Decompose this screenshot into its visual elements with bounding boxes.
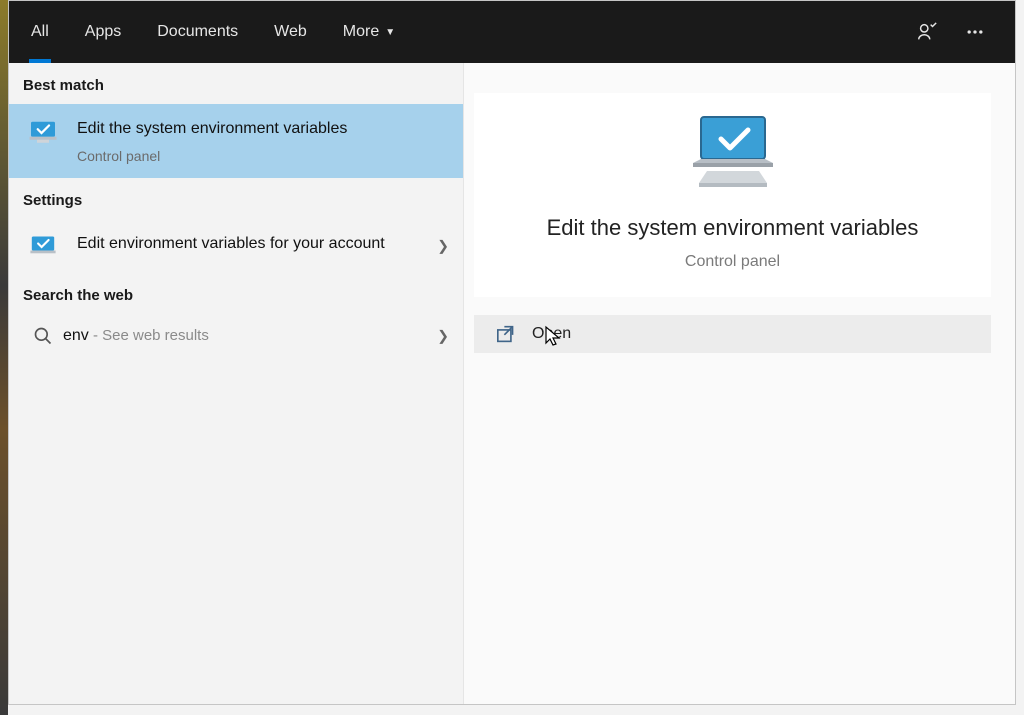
more-options-icon[interactable] <box>955 12 995 52</box>
topbar-right <box>907 12 1011 52</box>
best-match-subtitle: Control panel <box>77 148 425 164</box>
preview-subtitle: Control panel <box>474 253 991 271</box>
web-suffix: - See web results <box>89 327 209 344</box>
preview-icon <box>474 113 991 191</box>
best-match-result[interactable]: Edit the system environment variables Co… <box>9 104 463 178</box>
tab-more[interactable]: More ▼ <box>325 1 413 63</box>
chevron-down-icon: ▼ <box>385 27 395 38</box>
wallpaper-edge <box>0 0 8 715</box>
search-panel: All Apps Documents Web More ▼ <box>8 0 1016 705</box>
best-match-header: Best match <box>9 63 463 104</box>
preview-title: Edit the system environment variables <box>474 215 991 241</box>
monitor-check-icon <box>23 233 63 259</box>
settings-result-text: Edit environment variables for your acco… <box>63 233 449 255</box>
tab-more-label: More <box>343 23 379 41</box>
results-column: Best match Edit the system environment v… <box>9 63 464 704</box>
feedback-icon[interactable] <box>907 12 947 52</box>
preview-column: Edit the system environment variables Co… <box>464 63 1015 704</box>
content-area: Best match Edit the system environment v… <box>9 63 1015 704</box>
tab-all[interactable]: All <box>13 1 67 63</box>
settings-header: Settings <box>9 178 463 219</box>
web-query: env <box>63 327 89 344</box>
search-icon <box>23 326 63 346</box>
settings-result[interactable]: Edit environment variables for your acco… <box>9 219 463 273</box>
chevron-right-icon: ❯ <box>437 328 449 345</box>
web-search-text: env - See web results <box>63 327 209 345</box>
open-label: Open <box>524 325 571 343</box>
tab-web[interactable]: Web <box>256 1 325 63</box>
settings-result-title: Edit environment variables for your acco… <box>77 233 425 255</box>
tab-documents[interactable]: Documents <box>139 1 256 63</box>
search-tabs-bar: All Apps Documents Web More ▼ <box>9 1 1015 63</box>
best-match-title: Edit the system environment variables <box>77 118 425 140</box>
preview-card: Edit the system environment variables Co… <box>474 93 991 297</box>
web-search-result[interactable]: env - See web results ❯ <box>9 314 463 358</box>
tabs: All Apps Documents Web More ▼ <box>13 1 413 63</box>
chevron-right-icon: ❯ <box>437 238 449 255</box>
tab-apps[interactable]: Apps <box>67 1 139 63</box>
monitor-check-icon <box>23 118 63 146</box>
open-icon <box>496 325 524 343</box>
best-match-text: Edit the system environment variables Co… <box>63 118 449 164</box>
search-web-header: Search the web <box>9 273 463 314</box>
open-action[interactable]: Open <box>474 315 991 353</box>
